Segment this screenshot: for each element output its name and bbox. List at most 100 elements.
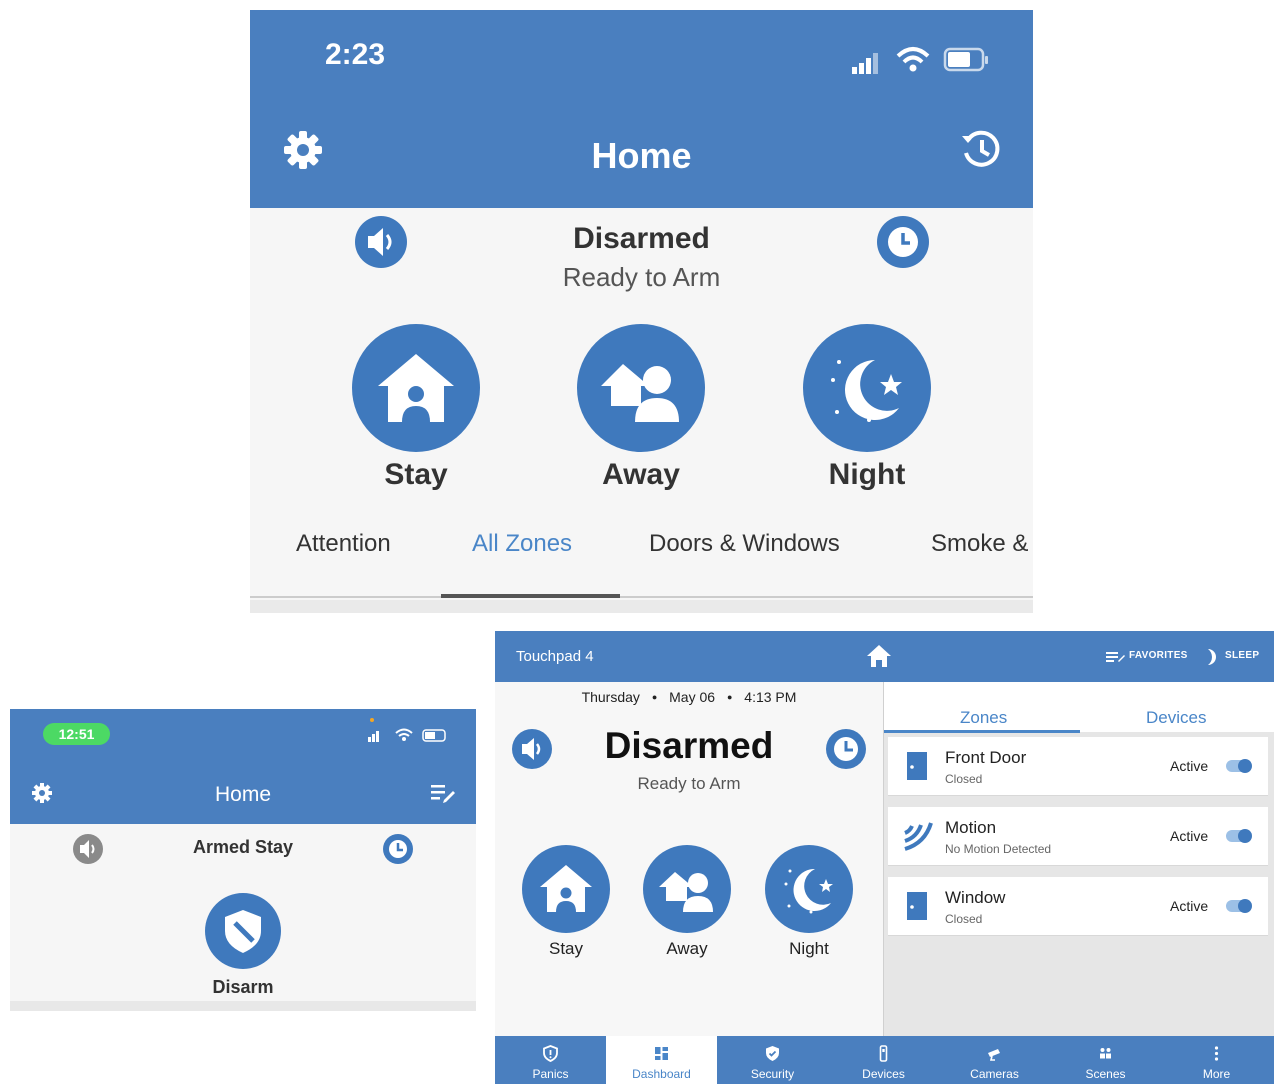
zone-name: Motion [945, 818, 997, 837]
night-button[interactable] [803, 324, 931, 452]
away-button[interactable] [577, 324, 705, 452]
door-icon [907, 752, 927, 780]
phone-screen-large: 2:23 Home Disarmed Ready to Arm Stay Awa… [250, 10, 1033, 613]
zone-row-front-door[interactable]: Front Door Closed Active [888, 737, 1268, 796]
zone-toggle[interactable] [1226, 759, 1252, 773]
zone-status: No Motion Detected [945, 842, 1052, 856]
clock-icon[interactable] [825, 728, 867, 770]
zone-name: Window [945, 888, 1006, 907]
tab-attention[interactable]: Attention [296, 530, 391, 558]
history-icon[interactable] [958, 126, 1004, 172]
phone-screen-small: 12:51 Home Armed Stay Disarm [10, 709, 476, 1011]
stay-button[interactable] [522, 845, 610, 933]
arm-substate: Ready to Arm [637, 774, 741, 793]
zone-status: Closed [945, 772, 983, 786]
date-date: May 06 [669, 689, 716, 705]
scenes-icon [1100, 1048, 1111, 1059]
zone-state: Active [1170, 758, 1209, 774]
favorites-icon[interactable] [1106, 650, 1126, 664]
mic-indicator [370, 718, 374, 722]
nav-label: More [1202, 1067, 1231, 1081]
sleep-icon[interactable] [1204, 648, 1218, 666]
nav-devices[interactable]: Devices [828, 1036, 939, 1084]
touchpad-screen: Touchpad 4 FAVORITES SLEEP Thursday ● Ma… [495, 631, 1274, 1084]
battery-icon [943, 47, 988, 72]
more-icon [1214, 1046, 1219, 1061]
tab-divider [250, 596, 1033, 598]
zone-status: Closed [945, 912, 983, 926]
motion-icon [904, 822, 933, 851]
nav-label: Security [750, 1067, 795, 1081]
status-time: 2:23 [325, 38, 386, 71]
nav-scenes[interactable]: Scenes [1050, 1036, 1161, 1084]
nav-panics[interactable]: Panics [495, 1036, 606, 1084]
stay-label: Stay [384, 458, 448, 491]
zone-row-window[interactable]: Window Closed Active [888, 877, 1268, 936]
zone-row-motion[interactable]: Motion No Motion Detected Active [888, 807, 1268, 866]
sleep-label[interactable]: SLEEP [1225, 650, 1259, 661]
home-icon[interactable] [866, 643, 892, 669]
nav-label: Panics [532, 1067, 569, 1081]
zone-name: Front Door [945, 748, 1027, 767]
toggle-knob [1238, 759, 1252, 773]
clock-icon[interactable] [876, 215, 930, 269]
wifi-icon [896, 47, 930, 72]
device-title: Touchpad 4 [516, 648, 594, 665]
away-label: Away [602, 458, 680, 491]
clock-icon[interactable] [382, 833, 414, 865]
stay-button[interactable] [352, 324, 480, 452]
security-icon [766, 1046, 779, 1061]
house-person-icon [378, 354, 454, 422]
moon-stars-icon [831, 360, 902, 422]
list-area [10, 1001, 476, 1011]
nav-label: Cameras [970, 1067, 1019, 1081]
house-person-icon [540, 865, 592, 912]
nav-label: Devices [862, 1067, 905, 1081]
date-time: 4:13 PM [744, 689, 797, 705]
night-label: Night [828, 458, 906, 491]
page-title: Home [591, 135, 692, 176]
devices-icon [879, 1045, 888, 1062]
favorites-label[interactable]: FAVORITES [1129, 650, 1188, 661]
edit-list-icon[interactable] [430, 783, 456, 803]
page-title: Home [214, 783, 272, 806]
person-leaving-icon [659, 872, 713, 912]
list-area [250, 600, 1033, 613]
tab-indicator [441, 594, 620, 598]
zone-state: Active [1170, 898, 1209, 914]
nav-label: Scenes [1085, 1067, 1126, 1081]
tab-all-zones[interactable]: All Zones [472, 530, 572, 558]
nav-more[interactable]: More [1161, 1036, 1272, 1084]
away-label: Away [666, 939, 708, 958]
dashboard-icon [655, 1047, 668, 1060]
shield-icon [225, 910, 261, 953]
disarm-label: Disarm [212, 977, 274, 997]
camera-icon [988, 1049, 1000, 1061]
nav-cameras[interactable]: Cameras [939, 1036, 1050, 1084]
night-button[interactable] [765, 845, 853, 933]
zone-toggle[interactable] [1226, 829, 1252, 843]
toggle-knob [1238, 899, 1252, 913]
nav-dashboard[interactable]: Dashboard [606, 1036, 717, 1084]
zones-tabs [884, 682, 1274, 732]
date-day: Thursday [581, 689, 640, 705]
nav-security[interactable]: Security [717, 1036, 828, 1084]
status-time-pill: 12:51 [43, 723, 110, 745]
signal-icon [852, 53, 878, 74]
tab-zones[interactable]: Zones [960, 708, 1007, 728]
stay-label: Stay [548, 939, 584, 958]
date-bar: Thursday ● May 06 ● 4:13 PM [495, 689, 883, 705]
window-icon [907, 892, 927, 920]
tab-smoke[interactable]: Smoke & [931, 530, 1028, 558]
separator-dot: ● [726, 692, 733, 702]
away-button[interactable] [643, 845, 731, 933]
disarm-button[interactable] [205, 893, 281, 969]
night-label: Night [789, 939, 829, 958]
tab-devices[interactable]: Devices [1146, 708, 1206, 728]
tab-indicator [884, 730, 1080, 733]
tab-doors-windows[interactable]: Doors & Windows [649, 530, 840, 558]
nav-label: Dashboard [632, 1067, 691, 1081]
separator-dot: ● [651, 692, 658, 702]
moon-stars-icon [784, 868, 833, 914]
zone-toggle[interactable] [1226, 899, 1252, 913]
